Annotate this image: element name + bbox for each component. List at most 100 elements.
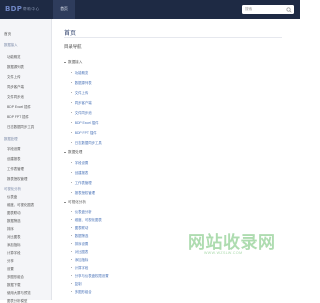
app-logo[interactable]: BDP — [5, 5, 22, 13]
sidebar-item[interactable]: 仪表盘 — [7, 194, 17, 199]
toc-link[interactable]: 计算字段 — [71, 265, 88, 270]
sidebar-group-title[interactable]: 数据处理 — [4, 136, 18, 141]
toc-section[interactable]: 数据处理 — [64, 150, 82, 155]
toc-link[interactable]: 仪表盘分析 — [71, 209, 92, 214]
toc-link[interactable]: 文件上传 — [71, 90, 88, 95]
sidebar-item[interactable]: 对比图表 — [7, 234, 21, 239]
toc-link[interactable]: 添加指标 — [71, 257, 88, 262]
toc-link-label: BDP FPT 插件 — [74, 131, 97, 135]
sidebar-item[interactable]: 日志数据同步工具 — [7, 124, 34, 129]
toc-link[interactable]: 复制 — [71, 281, 81, 286]
toc-heading: 目录导航 — [64, 44, 82, 49]
sidebar-group-title[interactable]: 数据接入 — [4, 42, 18, 47]
sidebar-item[interactable]: 图表联动 — [7, 210, 21, 215]
toc-link-label: 对比图表 — [74, 250, 89, 254]
bullet-icon — [71, 141, 73, 144]
bullet-icon — [71, 81, 73, 84]
sidebar-item[interactable]: 同步客户端 — [7, 84, 24, 89]
search-input[interactable]: 搜索 — [242, 5, 294, 14]
sidebar-item[interactable]: 文件同步池 — [7, 94, 24, 99]
bullet-icon — [71, 181, 73, 184]
search-icon[interactable] — [286, 7, 292, 13]
toc-link[interactable]: 对比图表 — [71, 249, 88, 254]
nav-home-tab[interactable]: 首页 — [53, 0, 75, 19]
toc-link-label: 仪表盘分析 — [74, 210, 92, 214]
toc-link[interactable]: 日志数据同步工具 — [71, 140, 102, 145]
sidebar-group-title[interactable]: 可视化分析 — [4, 186, 21, 191]
toc-link[interactable]: BDP Excel 插件 — [71, 120, 99, 125]
toc-link-label: 日志数据同步工具 — [74, 141, 102, 145]
toc-link[interactable]: BDP FPT 插件 — [71, 130, 97, 135]
sidebar-item[interactable]: 功能概览 — [7, 54, 21, 59]
toc-link[interactable]: 图表联动 — [71, 225, 88, 230]
toc-link[interactable]: 维度、可视化图表 — [71, 217, 102, 222]
watermark-url: WWW.WZSLW.COM — [204, 251, 243, 255]
toc-link[interactable]: 工作表管理 — [71, 180, 92, 185]
toc-link[interactable]: 分享与仪表盘权限设置 — [71, 273, 109, 278]
bullet-icon — [64, 201, 66, 204]
toc-link[interactable]: 数据筛选 — [71, 233, 88, 238]
toc-section[interactable]: 数据接入 — [64, 60, 82, 65]
toc-link-label: 报表授权管理 — [74, 191, 96, 195]
toc-section[interactable]: 可视化分析 — [64, 200, 86, 205]
toc-link[interactable]: 字段设置 — [71, 160, 88, 165]
sidebar-item[interactable]: 添加指标 — [7, 242, 21, 247]
toc-section-label: 数据处理 — [68, 150, 83, 154]
toc-link-label: 复制 — [74, 282, 82, 286]
sidebar-item-home[interactable]: 首页 — [4, 32, 11, 37]
sidebar-item[interactable]: 报表授权管理 — [7, 176, 27, 181]
toc-link-label: 数据源列表 — [74, 81, 92, 85]
toc-link[interactable]: 同步客户端 — [71, 100, 92, 105]
bullet-icon — [71, 131, 73, 134]
bullet-icon — [71, 161, 73, 164]
toc-link-label: 维度、可视化图表 — [74, 218, 102, 222]
bullet-icon — [71, 234, 73, 237]
sidebar-item[interactable]: 文件上传 — [7, 74, 21, 79]
sidebar-item[interactable]: 数据源列表 — [7, 64, 24, 69]
toc-section-label: 可视化分析 — [68, 200, 86, 204]
toc-link-label: 字段设置 — [74, 161, 89, 165]
toc-link[interactable]: 数据源列表 — [71, 80, 92, 85]
toc-link-label: 功能概览 — [74, 71, 89, 75]
bullet-icon — [71, 171, 73, 174]
bullet-icon — [71, 111, 73, 114]
toc-link-label: 同步客户端 — [74, 101, 92, 105]
sidebar-item[interactable]: 创建报表 — [7, 156, 21, 161]
title-divider — [64, 37, 282, 38]
toc-link[interactable]: 文件同步池 — [71, 110, 92, 115]
toc-link[interactable]: 功能概览 — [71, 70, 88, 75]
search-placeholder: 搜索 — [245, 7, 253, 11]
toc-link[interactable]: 多图形组合 — [71, 289, 92, 294]
sidebar-item[interactable]: 分享 — [7, 258, 14, 263]
toc-link[interactable]: 报表授权管理 — [71, 190, 95, 195]
sidebar-item[interactable]: 多图形组合 — [7, 274, 24, 279]
toc-link-label: 数据筛选 — [74, 234, 89, 238]
sidebar-item[interactable]: 维度、可视化图表 — [7, 202, 34, 207]
toc-link-label: 分享与仪表盘权限设置 — [74, 274, 109, 278]
sidebar-item[interactable]: 使用大屏与预览 — [7, 290, 31, 295]
sidebar-item[interactable]: 数据下载 — [7, 282, 21, 287]
sidebar-item[interactable]: 设置 — [7, 266, 14, 271]
bullet-icon — [71, 258, 73, 261]
bullet-icon — [71, 242, 73, 245]
sidebar-item[interactable]: 字段设置 — [7, 146, 21, 151]
sidebar-item[interactable]: 图表分析模型 — [7, 298, 27, 303]
sidebar-item[interactable]: 数据筛选 — [7, 218, 21, 223]
bullet-icon — [71, 282, 73, 285]
toc-link[interactable]: 创建报表 — [71, 170, 88, 175]
bullet-icon — [71, 91, 73, 94]
sidebar-item[interactable]: 工作表管理 — [7, 166, 24, 171]
sidebar-item[interactable]: 计算字段 — [7, 250, 21, 255]
bullet-icon — [71, 226, 73, 229]
bullet-icon — [71, 71, 73, 74]
sidebar-item[interactable]: BDP Excel 插件 — [7, 104, 31, 109]
toc-link-label: 排序设置 — [74, 242, 89, 246]
sidebar-item[interactable]: 排序 — [7, 226, 14, 231]
toc-link-label: 工作表管理 — [74, 181, 92, 185]
toc-link[interactable]: 排序设置 — [71, 241, 88, 246]
sidebar-item[interactable]: BDP FPT 插件 — [7, 114, 29, 119]
top-bar: BDP 帮助中心 首页 搜索 — [0, 0, 300, 19]
bullet-icon — [71, 290, 73, 293]
toc-section-label: 数据接入 — [68, 60, 83, 64]
toc-link-label: 文件同步池 — [74, 111, 92, 115]
